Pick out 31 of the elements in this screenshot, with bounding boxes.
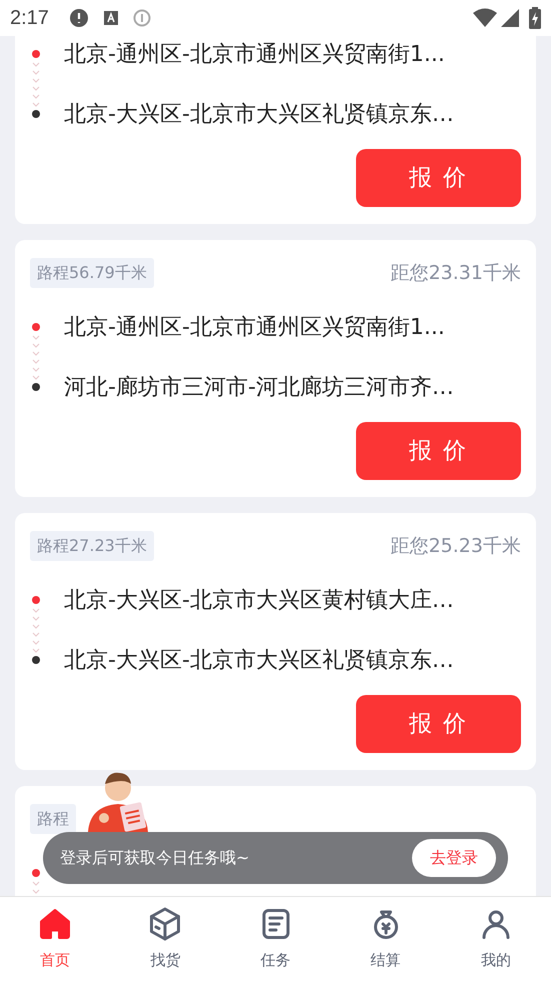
alert-icon — [68, 8, 89, 28]
order-card[interactable]: 路程27.23千米 距您25.23千米 北京-大兴区-北京市大兴区黄村镇大庄… 北京-大兴区-北京市大兴区礼贤镇京东… 报 价 — [15, 513, 536, 770]
tab-bar-item[interactable]: 任务 — [220, 897, 331, 981]
wifi-icon — [473, 8, 497, 28]
battery-charging-icon — [529, 7, 541, 29]
status-time: 2:17 — [10, 6, 49, 31]
route-distance-tag: 路程27.23千米 — [30, 531, 154, 561]
distance-from-you: 距您25.23千米 — [390, 534, 521, 559]
route-distance-tag: 路程56.79千米 — [30, 258, 154, 288]
route-distance-tag: 路程 — [30, 804, 76, 834]
tab-bar-item[interactable]: 首页 — [0, 897, 110, 981]
delivery-address: 河北-廊坊市三河市-河北廊坊三河市齐… — [64, 374, 454, 402]
pickup-address: 北京-通州区-北京市通州区兴贸南街1... — [64, 314, 445, 342]
keyboard-a-icon — [102, 10, 119, 26]
login-button[interactable]: 去登录 — [412, 839, 496, 877]
pickup-address: 北京-大兴区-北京市大兴区黄村镇大庄… — [64, 586, 454, 614]
pickup-address: 北京-通州区-北京市通州区兴贸南街1... — [64, 40, 445, 68]
order-card[interactable]: 北京-通州区-北京市通州区兴贸南街1... 北京-大兴区-北京市大兴区礼贤镇京东… 报 价 — [15, 36, 536, 224]
tab-bar-item[interactable]: 结算 — [330, 897, 441, 981]
tab-bar-item[interactable]: 找货 — [110, 897, 220, 981]
tab-bar-item[interactable]: 我的 — [440, 897, 551, 981]
distance-from-you: 距您23.31千米 — [390, 260, 521, 286]
delivery-address: 北京-大兴区-北京市大兴区礼贤镇京东… — [64, 646, 454, 674]
quote-button[interactable]: 报 价 — [356, 695, 521, 753]
login-prompt-text: 登录后可获取今日任务哦~ — [60, 847, 250, 869]
quote-button[interactable]: 报 价 — [356, 422, 521, 480]
info-circle-icon — [132, 9, 151, 27]
delivery-address: 北京-大兴区-北京市大兴区礼贤镇京东… — [64, 100, 454, 128]
quote-button[interactable]: 报 价 — [356, 149, 521, 207]
order-card[interactable]: 路程56.79千米 距您23.31千米 北京-通州区-北京市通州区兴贸南街1... 河北-廊坊市三河市-河北廊坊三河市齐… 报 价 — [15, 240, 536, 497]
signal-icon — [501, 9, 519, 27]
